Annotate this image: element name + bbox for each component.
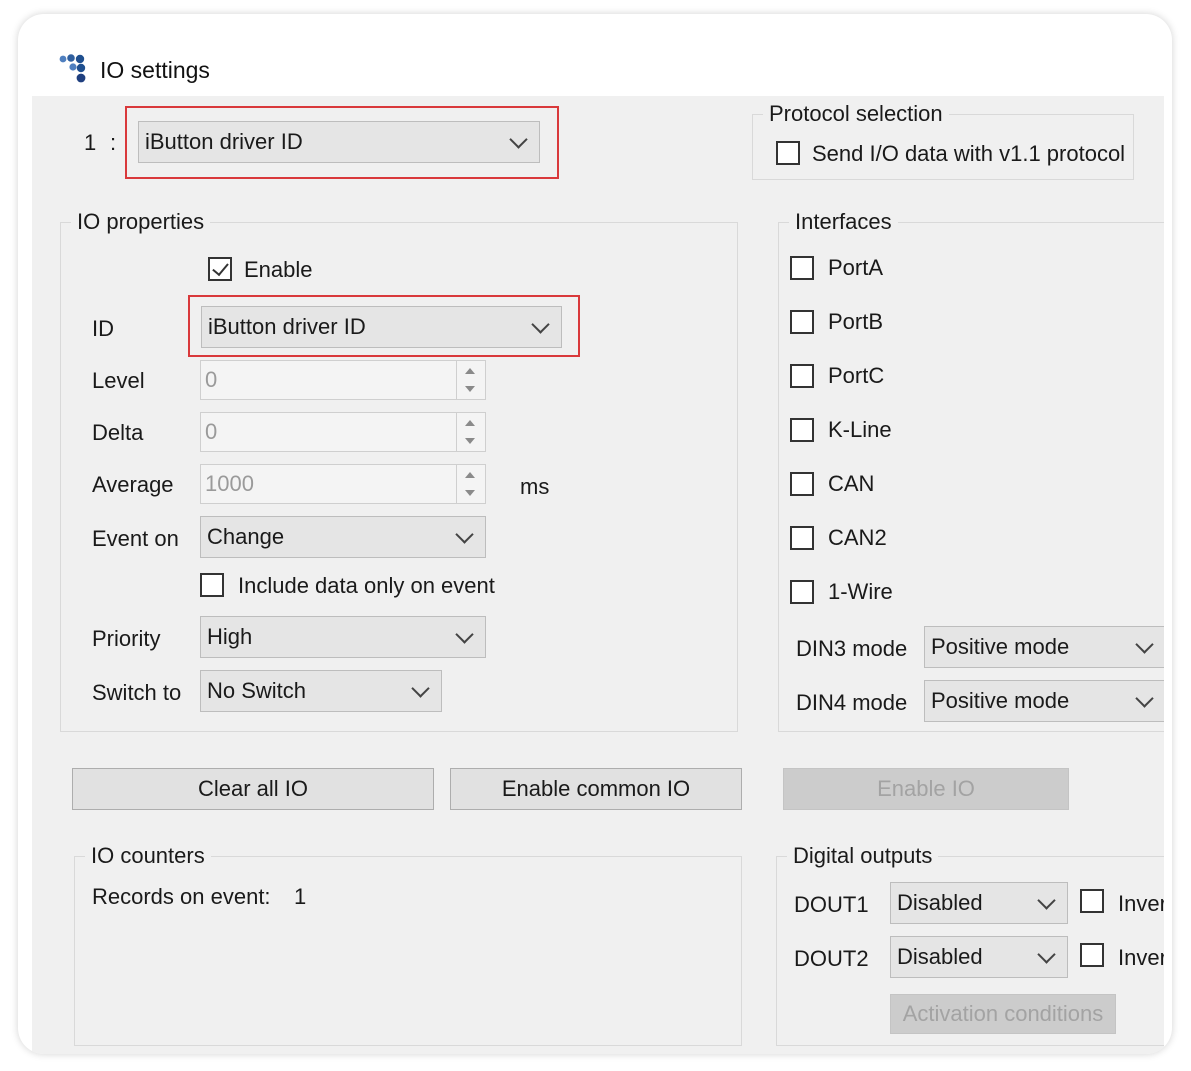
event-on-value: Change bbox=[207, 524, 285, 549]
event-on-label: Event on bbox=[92, 526, 179, 551]
level-value: 0 bbox=[205, 367, 218, 392]
dout2-label: DOUT2 bbox=[794, 946, 869, 971]
spin-up-icon bbox=[465, 472, 475, 478]
din3-mode-value: Positive mode bbox=[931, 634, 1070, 659]
highlight-id-select bbox=[188, 295, 580, 357]
chevron-down-icon bbox=[455, 525, 474, 544]
send-v11-label: Send I/O data with v1.1 protocol bbox=[812, 141, 1126, 166]
delta-label: Delta bbox=[92, 420, 144, 445]
interface-label: CAN2 bbox=[828, 525, 887, 550]
interface-label: 1-Wire bbox=[828, 579, 893, 604]
dout1-inverted-label: Inverte bbox=[1118, 891, 1164, 916]
interface-checkbox-k-line[interactable] bbox=[790, 418, 814, 442]
spin-down-icon bbox=[465, 386, 475, 392]
protocol-selection-title: Protocol selection bbox=[763, 101, 949, 127]
interface-checkbox-porta[interactable] bbox=[790, 256, 814, 280]
app-logo-icon bbox=[59, 54, 86, 83]
event-on-dropdown[interactable]: Change bbox=[200, 516, 486, 558]
dout1-value: Disabled bbox=[897, 890, 983, 915]
delta-value: 0 bbox=[205, 419, 218, 444]
level-label: Level bbox=[92, 368, 145, 393]
priority-value: High bbox=[207, 624, 253, 649]
digital-outputs-title: Digital outputs bbox=[787, 843, 939, 869]
id-label: ID bbox=[92, 316, 114, 341]
interface-checkbox-can[interactable] bbox=[790, 472, 814, 496]
interface-label: PortB bbox=[828, 309, 884, 334]
dout1-label: DOUT1 bbox=[794, 892, 869, 917]
din4-mode-label: DIN4 mode bbox=[796, 690, 908, 715]
chevron-down-icon bbox=[1135, 635, 1154, 654]
title-bar: IO settings bbox=[32, 32, 1164, 96]
dout2-value: Disabled bbox=[897, 944, 983, 969]
interface-label: PortA bbox=[828, 255, 884, 280]
enable-checkbox[interactable] bbox=[208, 257, 232, 281]
average-unit: ms bbox=[520, 474, 550, 499]
din4-mode-value: Positive mode bbox=[931, 688, 1070, 713]
include-data-label: Include data only on event bbox=[238, 573, 495, 598]
enable-io-button[interactable]: Enable IO bbox=[783, 768, 1069, 810]
spin-down-icon bbox=[465, 490, 475, 496]
din4-mode-dropdown[interactable]: Positive mode bbox=[924, 680, 1164, 722]
io-properties-title: IO properties bbox=[71, 209, 211, 235]
spin-up-icon bbox=[465, 420, 475, 426]
window-frame: IO settings 1 : iButton driver ID Protoc… bbox=[18, 14, 1172, 1054]
dout2-inverted-label: Inverte bbox=[1118, 945, 1164, 970]
chevron-down-icon bbox=[411, 679, 430, 698]
enable-common-io-button[interactable]: Enable common IO bbox=[450, 768, 742, 810]
dout2-inverted-checkbox[interactable] bbox=[1080, 943, 1104, 967]
dout1-dropdown[interactable]: Disabled bbox=[890, 882, 1068, 924]
delta-spin-buttons[interactable] bbox=[456, 413, 485, 451]
records-on-event-value: 1 bbox=[294, 884, 307, 909]
priority-dropdown[interactable]: High bbox=[200, 616, 486, 658]
checkmark-icon bbox=[212, 258, 229, 277]
din3-mode-label: DIN3 mode bbox=[796, 636, 908, 661]
switch-to-dropdown[interactable]: No Switch bbox=[200, 670, 442, 712]
din3-mode-dropdown[interactable]: Positive mode bbox=[924, 626, 1164, 668]
chevron-down-icon bbox=[1135, 689, 1154, 708]
interface-checkbox-portb[interactable] bbox=[790, 310, 814, 334]
interface-label: K-Line bbox=[828, 417, 892, 442]
clear-all-io-button[interactable]: Clear all IO bbox=[72, 768, 434, 810]
switch-to-label: Switch to bbox=[92, 680, 182, 705]
interface-label: CAN bbox=[828, 471, 875, 496]
average-spin-buttons[interactable] bbox=[456, 465, 485, 503]
level-spin-buttons[interactable] bbox=[456, 361, 485, 399]
records-on-event-label: Records on event: bbox=[92, 884, 271, 909]
activation-conditions-button[interactable]: Activation conditions bbox=[890, 994, 1116, 1034]
interface-checkbox-1-wire[interactable] bbox=[790, 580, 814, 604]
send-v11-checkbox[interactable] bbox=[776, 141, 800, 165]
average-spinner[interactable]: 1000 bbox=[200, 464, 486, 504]
spin-up-icon bbox=[465, 368, 475, 374]
chevron-down-icon bbox=[1037, 891, 1056, 910]
dout2-dropdown[interactable]: Disabled bbox=[890, 936, 1068, 978]
client-area: 1 : iButton driver ID Protocol selection… bbox=[32, 96, 1164, 1054]
enable-label: Enable bbox=[244, 257, 313, 282]
io-counters-title: IO counters bbox=[85, 843, 211, 869]
average-label: Average bbox=[92, 472, 174, 497]
interfaces-title: Interfaces bbox=[789, 209, 898, 235]
io-index-separator: : bbox=[110, 130, 117, 155]
priority-label: Priority bbox=[92, 626, 161, 651]
window-title: IO settings bbox=[100, 57, 210, 83]
average-value: 1000 bbox=[205, 471, 254, 496]
chevron-down-icon bbox=[1037, 945, 1056, 964]
interface-checkbox-can2[interactable] bbox=[790, 526, 814, 550]
interface-label: PortC bbox=[828, 363, 885, 388]
io-index: 1 bbox=[84, 130, 97, 155]
dout1-inverted-checkbox[interactable] bbox=[1080, 889, 1104, 913]
highlight-io-select bbox=[125, 106, 559, 179]
chevron-down-icon bbox=[455, 625, 474, 644]
include-data-checkbox[interactable] bbox=[200, 573, 224, 597]
interface-checkbox-portc[interactable] bbox=[790, 364, 814, 388]
switch-to-value: No Switch bbox=[207, 678, 307, 703]
delta-spinner[interactable]: 0 bbox=[200, 412, 486, 452]
level-spinner[interactable]: 0 bbox=[200, 360, 486, 400]
spin-down-icon bbox=[465, 438, 475, 444]
